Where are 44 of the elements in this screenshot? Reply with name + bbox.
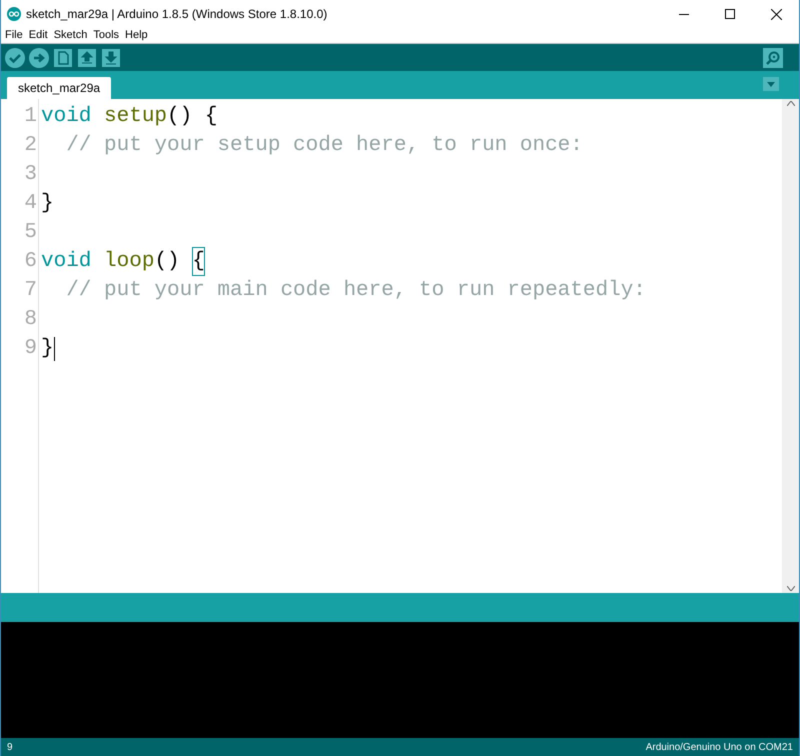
close-icon: [770, 8, 782, 20]
line-number: 1: [24, 105, 37, 128]
menu-item[interactable]: Edit: [26, 27, 51, 44]
new-sketch-button[interactable]: [53, 48, 73, 68]
menu-item[interactable]: Help: [122, 27, 151, 44]
menu-item[interactable]: File: [1, 27, 26, 44]
code-function-name: loop: [104, 249, 154, 275]
serial-monitor-button[interactable]: [763, 48, 783, 68]
code-text: }: [41, 336, 54, 362]
caret-icon: [767, 82, 775, 86]
line-number: 3: [24, 163, 37, 186]
editor-tab[interactable]: sketch_mar29a: [7, 77, 112, 99]
scrollbar[interactable]: [782, 99, 799, 593]
line-number-status: 9: [7, 740, 13, 754]
matched-bracket: {: [192, 247, 205, 276]
scroll-up-icon[interactable]: [786, 101, 794, 106]
code-text: }: [41, 191, 54, 217]
code-keyword: void: [41, 249, 92, 275]
code-keyword: void: [41, 104, 92, 130]
upload-button[interactable]: [29, 48, 49, 68]
code-text: (): [167, 104, 192, 130]
line-number: 7: [24, 279, 37, 302]
board-status: Arduino/Genuino Uno on COM21: [646, 740, 793, 754]
window-title: sketch_mar29a | Arduino 1.8.5 (Windows Store 1.8.10.0): [26, 6, 328, 23]
line-number: 6: [24, 250, 37, 273]
menu-item[interactable]: Sketch: [50, 27, 90, 44]
scroll-down-icon[interactable]: [786, 586, 794, 591]
line-number: 4: [24, 192, 37, 215]
code-text: (): [154, 249, 180, 275]
code-function-name: setup: [104, 104, 168, 130]
code-comment: // put your setup code here, to run once:: [66, 133, 583, 159]
line-number: 2: [24, 134, 37, 157]
app-logo-icon: [7, 7, 21, 21]
code-text: {: [204, 104, 218, 130]
line-number: 5: [24, 221, 37, 244]
line-number: 8: [24, 308, 37, 331]
verify-button[interactable]: [5, 48, 25, 68]
code-comment: // put your main code here, to run repeatedly:: [66, 278, 646, 304]
save-button[interactable]: [101, 48, 121, 68]
menu-item[interactable]: Tools: [90, 27, 122, 44]
maximize-icon: [725, 9, 735, 19]
open-button[interactable]: [77, 48, 97, 68]
line-number: 9: [24, 337, 37, 360]
tab-menu-button[interactable]: [763, 77, 779, 91]
